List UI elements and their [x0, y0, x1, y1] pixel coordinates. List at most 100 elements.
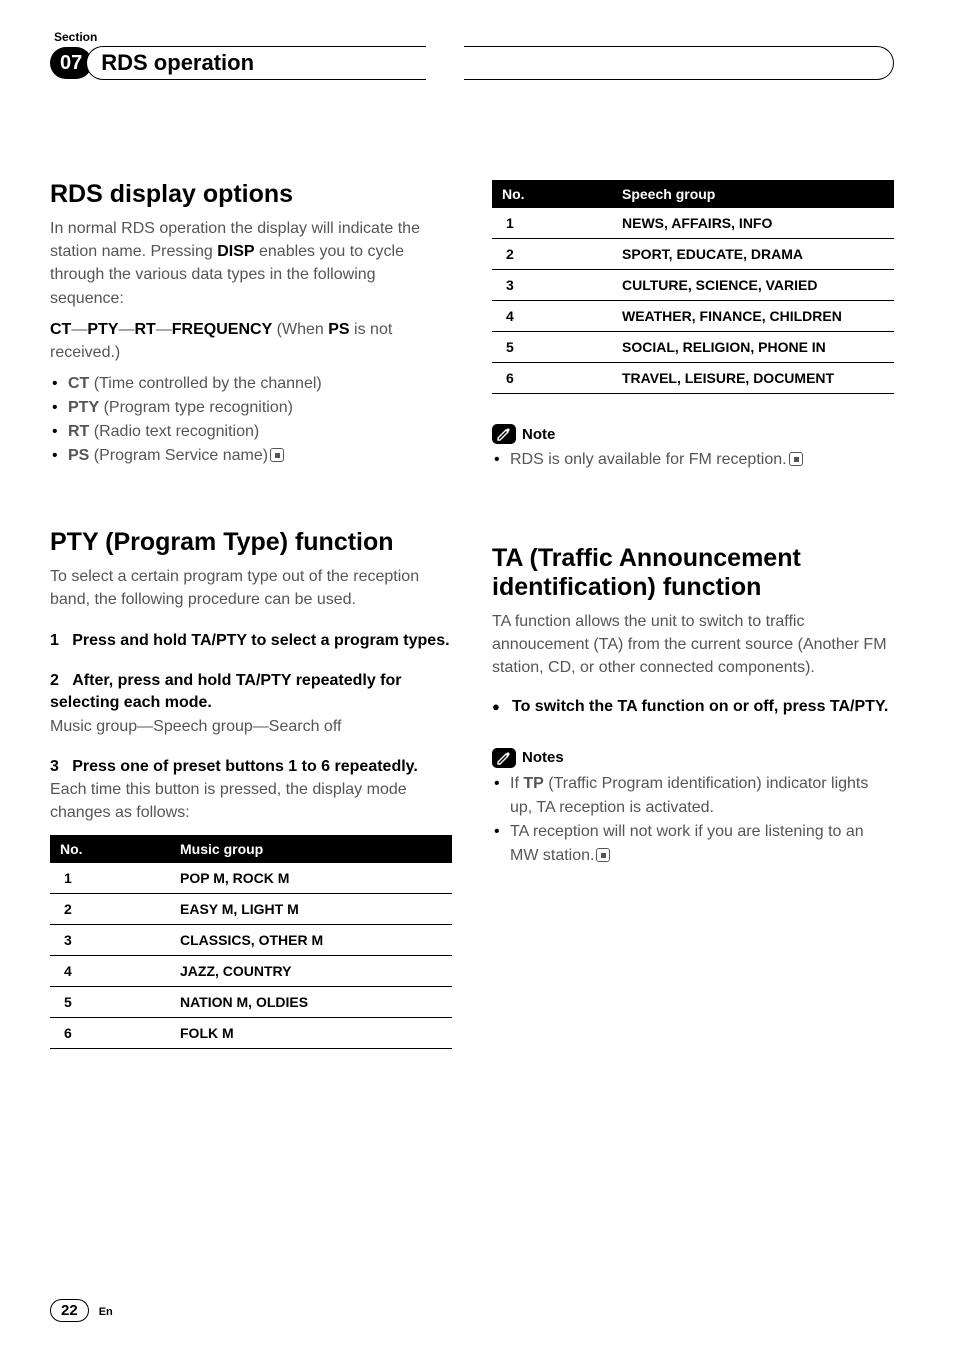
cell: 5	[50, 986, 170, 1017]
end-mark-icon	[789, 452, 803, 466]
table-row: 2EASY M, LIGHT M	[50, 893, 452, 924]
seq-ct: CT	[50, 321, 71, 338]
step-number: 1	[50, 632, 59, 649]
cell: 3	[50, 924, 170, 955]
page-title: RDS operation	[86, 46, 426, 80]
notes-list: If TP (Traffic Program identification) i…	[492, 772, 894, 868]
pencil-icon	[492, 424, 516, 444]
table-row: 5SOCIAL, RELIGION, PHONE IN	[492, 332, 894, 363]
rds-sequence: CT—PTY—RT—FREQUENCY (When PS is not rece…	[50, 318, 452, 364]
list-item: CT (Time controlled by the channel)	[50, 372, 452, 396]
language-label: En	[99, 1306, 113, 1318]
end-mark-icon	[270, 448, 284, 462]
cell: JAZZ, COUNTRY	[170, 955, 452, 986]
step-text: Press one of preset buttons 1 to 6 repea…	[72, 758, 418, 775]
cell: 6	[492, 363, 612, 394]
pty-intro: To select a certain program type out of …	[50, 565, 452, 611]
cell: 4	[492, 301, 612, 332]
list-item: If TP (Traffic Program identification) i…	[492, 772, 894, 820]
cell: SPORT, EDUCATE, DRAMA	[612, 239, 894, 270]
cell: 2	[50, 893, 170, 924]
heading-pty-function: PTY (Program Type) function	[50, 528, 452, 557]
seq-freq: FREQUENCY	[172, 321, 272, 338]
table-row: 3CLASSICS, OTHER M	[50, 924, 452, 955]
step-1: 1 Press and hold TA/PTY to select a prog…	[50, 630, 452, 652]
step-3-body: Each time this button is pressed, the di…	[50, 778, 452, 824]
note-list: RDS is only available for FM reception.	[492, 448, 894, 472]
cell: CULTURE, SCIENCE, VARIED	[612, 270, 894, 301]
text: (Program type recognition)	[99, 399, 293, 416]
cell: 3	[492, 270, 612, 301]
right-column: No. Speech group 1NEWS, AFFAIRS, INFO 2S…	[492, 180, 894, 1049]
end-mark-icon	[596, 848, 610, 862]
text: (Program Service name)	[89, 447, 268, 464]
notes-heading: Notes	[492, 748, 894, 768]
cell: 5	[492, 332, 612, 363]
cell: 6	[50, 1017, 170, 1048]
music-group-table: No. Music group 1POP M, ROCK M 2EASY M, …	[50, 835, 452, 1049]
text: (Traffic Program identification) indicat…	[510, 775, 868, 816]
cell: FOLK M	[170, 1017, 452, 1048]
note-label: Note	[522, 426, 555, 443]
text: RDS is only available for FM reception.	[510, 451, 787, 468]
bold: TP	[523, 775, 543, 792]
table-row: 3CULTURE, SCIENCE, VARIED	[492, 270, 894, 301]
cell: TRAVEL, LEISURE, DOCUMENT	[612, 363, 894, 394]
list-item: RDS is only available for FM reception.	[492, 448, 894, 472]
seq-rt: RT	[134, 321, 155, 338]
step-2: 2 After, press and hold TA/PTY repeatedl…	[50, 670, 452, 715]
table-row: 1POP M, ROCK M	[50, 863, 452, 894]
step-number: 2	[50, 672, 59, 689]
step-text: Press and hold TA/PTY to select a progra…	[72, 632, 449, 649]
table-row: 6FOLK M	[50, 1017, 452, 1048]
page-title-text: RDS operation	[101, 50, 254, 76]
list-item: PS (Program Service name)	[50, 444, 452, 468]
table-row: 2SPORT, EDUCATE, DRAMA	[492, 239, 894, 270]
list-item: RT (Radio text recognition)	[50, 420, 452, 444]
bold: PS	[68, 447, 89, 464]
header-cap-right	[464, 46, 894, 80]
page-header: 07 RDS operation	[50, 46, 894, 80]
page-number: 22	[50, 1299, 89, 1322]
cell: 1	[492, 208, 612, 239]
step-text: After, press and hold TA/PTY repeatedly …	[50, 672, 402, 711]
pencil-icon	[492, 748, 516, 768]
table-row: 5NATION M, OLDIES	[50, 986, 452, 1017]
bold: PTY	[68, 399, 99, 416]
step-number: 3	[50, 758, 59, 775]
heading-ta-function: TA (Traffic Announcement identification)…	[492, 544, 894, 602]
col-no: No.	[50, 835, 170, 863]
table-row: 4WEATHER, FINANCE, CHILDREN	[492, 301, 894, 332]
note-heading: Note	[492, 424, 894, 444]
cell: SOCIAL, RELIGION, PHONE IN	[612, 332, 894, 363]
bold: RT	[68, 423, 89, 440]
cell: POP M, ROCK M	[170, 863, 452, 894]
col-speech-group: Speech group	[612, 180, 894, 208]
heading-rds-display-options: RDS display options	[50, 180, 452, 209]
page-footer: 22 En	[50, 1299, 113, 1322]
text: (Time controlled by the channel)	[89, 375, 321, 392]
cell: 1	[50, 863, 170, 894]
text: If	[510, 775, 523, 792]
step-3: 3 Press one of preset buttons 1 to 6 rep…	[50, 756, 452, 778]
table-row: 1NEWS, AFFAIRS, INFO	[492, 208, 894, 239]
cell: 2	[492, 239, 612, 270]
seq-ps: PS	[328, 321, 349, 338]
list-item: PTY (Program type recognition)	[50, 396, 452, 420]
table-header-row: No. Music group	[50, 835, 452, 863]
section-label: Section	[54, 30, 894, 44]
speech-group-table: No. Speech group 1NEWS, AFFAIRS, INFO 2S…	[492, 180, 894, 394]
list-item: TA reception will not work if you are li…	[492, 820, 894, 868]
table-header-row: No. Speech group	[492, 180, 894, 208]
text: (Radio text recognition)	[89, 423, 259, 440]
bold: DISP	[217, 243, 254, 260]
text: TA reception will not work if you are li…	[510, 823, 864, 864]
cell: WEATHER, FINANCE, CHILDREN	[612, 301, 894, 332]
cell: NATION M, OLDIES	[170, 986, 452, 1017]
rds-intro: In normal RDS operation the display will…	[50, 217, 452, 310]
ta-intro: TA function allows the unit to switch to…	[492, 610, 894, 680]
table-row: 6TRAVEL, LEISURE, DOCUMENT	[492, 363, 894, 394]
cell: CLASSICS, OTHER M	[170, 924, 452, 955]
ta-action: To switch the TA function on or off, pre…	[492, 696, 894, 718]
seq-pty: PTY	[87, 321, 118, 338]
